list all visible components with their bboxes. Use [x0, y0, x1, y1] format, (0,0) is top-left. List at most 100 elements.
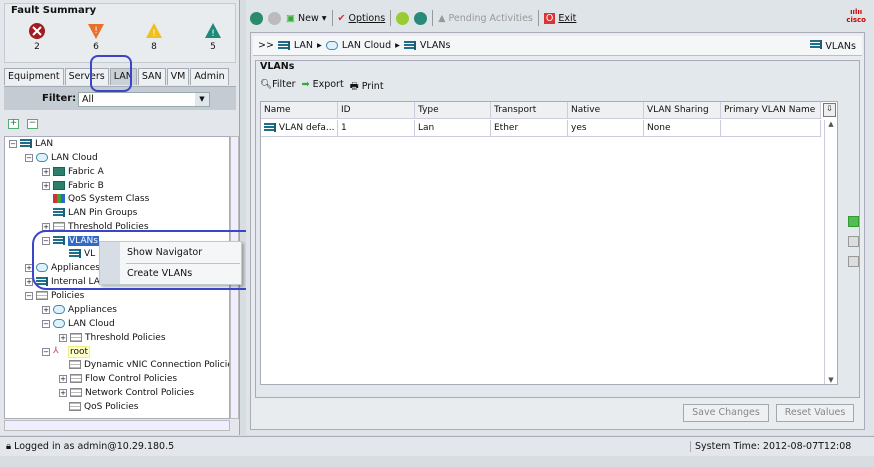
options-label: Options — [348, 12, 386, 24]
critical-faults[interactable]: 2 — [22, 22, 52, 52]
cell-native: yes — [568, 120, 644, 137]
policy-icon — [36, 291, 48, 300]
column-header[interactable]: Transport — [491, 102, 568, 119]
back-icon[interactable] — [250, 11, 263, 25]
collapse-all-button[interactable]: − — [27, 119, 38, 129]
tree-node-qos-policies[interactable]: QoS Policies — [69, 401, 138, 414]
warning-icon: ! — [205, 23, 221, 39]
org-icon: ⅄ — [53, 346, 59, 356]
print-icon: 🖶 — [349, 81, 359, 92]
cell-transport: Ether — [491, 120, 568, 137]
node-label: QoS System Class — [68, 194, 150, 204]
column-header[interactable]: Primary VLAN Name — [721, 102, 821, 119]
policy-icon — [70, 333, 82, 342]
vlans-panel: VLANs 🔍︎Filter ➡ Export 🖶 Print Name ID … — [255, 60, 860, 398]
filter-select[interactable]: All ▼ — [78, 92, 210, 107]
lock-icon: 🔒︎ — [6, 441, 12, 452]
policy-icon — [69, 402, 81, 411]
major-faults[interactable]: ! 6 — [81, 22, 111, 52]
column-header[interactable]: ID — [338, 102, 415, 119]
warning-count: 5 — [210, 42, 216, 52]
filter-button[interactable]: 🔍︎Filter — [260, 79, 296, 95]
breadcrumb-lan[interactable]: LAN — [294, 40, 313, 51]
vlans-table: Name ID Type Transport Native VLAN Shari… — [260, 101, 838, 385]
reset-values-button[interactable]: Reset Values — [776, 404, 854, 422]
cloud-icon — [53, 319, 65, 328]
column-chooser-button[interactable]: ⇩ — [823, 103, 836, 117]
tree-node-lan-pin-groups[interactable]: LAN Pin Groups — [53, 207, 137, 220]
svg-text:!: ! — [211, 29, 215, 39]
tab-equipment[interactable]: Equipment — [4, 68, 64, 85]
cell-vlan-sharing: None — [644, 120, 721, 137]
tree-node-fabric-b[interactable]: + Fabric B — [42, 180, 104, 193]
delete-icon[interactable] — [848, 236, 859, 247]
node-label: Appliances — [68, 305, 117, 315]
cell-primary-vlan — [721, 120, 821, 137]
plus-icon: ▣ — [286, 12, 295, 24]
exit-label: Exit — [558, 12, 577, 24]
lan-tab-highlight — [90, 55, 132, 92]
tree-node-qos-system-class[interactable]: QoS System Class — [53, 193, 149, 206]
tree-node-flow-control[interactable]: + Flow Control Policies — [59, 373, 177, 386]
tree-node-root[interactable]: − ⅄ root — [42, 346, 91, 359]
tab-vm[interactable]: VM — [166, 68, 190, 85]
exit-button[interactable]: O Exit — [543, 12, 577, 24]
qos-icon — [53, 194, 65, 203]
export-button[interactable]: ➡ Export — [302, 79, 344, 95]
work-pane: ▣ New ▾ ✔ Options ▲ Pending Activities O… — [246, 0, 874, 435]
tree-node-lan[interactable]: − LAN — [9, 138, 53, 151]
expand-all-button[interactable]: + — [8, 119, 19, 129]
critical-icon — [29, 23, 45, 39]
column-header[interactable]: Name — [261, 102, 338, 119]
major-icon: ! — [88, 24, 104, 39]
forward-icon[interactable] — [268, 11, 281, 25]
cloud-icon — [53, 305, 65, 314]
breadcrumb-prefix: >> — [258, 40, 274, 51]
new-button[interactable]: ▣ New ▾ — [286, 13, 327, 24]
node-label: LAN — [35, 139, 54, 149]
tree-node-policies-threshold[interactable]: + Threshold Policies — [59, 332, 166, 345]
vlan-icon — [403, 41, 416, 50]
column-header[interactable]: Type — [415, 102, 491, 119]
node-label: Policies — [51, 291, 85, 301]
tree-node-lan-cloud[interactable]: − LAN Cloud — [25, 152, 98, 165]
table-scrollbar[interactable]: ▲ ▼ — [824, 120, 837, 384]
filter-value: All — [82, 94, 94, 105]
minor-count: 8 — [151, 42, 157, 52]
tree-node-policies[interactable]: − Policies — [25, 290, 84, 303]
tab-admin[interactable]: Admin — [190, 68, 229, 85]
minor-faults[interactable]: ! 8 — [139, 22, 169, 52]
breadcrumb: >> LAN ▸ LAN Cloud ▸ VLANs VLANs — [253, 36, 862, 56]
node-label: LAN Cloud — [51, 153, 98, 163]
info-details-icon[interactable] — [848, 256, 859, 267]
breadcrumb-vlans[interactable]: VLANs — [420, 40, 451, 51]
tree-node-network-control[interactable]: + Network Control Policies — [59, 387, 194, 400]
options-button[interactable]: ✔ Options — [338, 13, 386, 24]
filter-icon: 🔍︎ — [260, 79, 273, 90]
table-row[interactable]: VLAN defa... 1 Lan Ether yes None — [261, 120, 821, 137]
add-icon[interactable] — [848, 216, 859, 227]
help-icon[interactable] — [396, 11, 410, 25]
node-label: Fabric B — [68, 181, 104, 191]
chevron-down-icon: ▼ — [195, 93, 209, 106]
vlan-icon — [810, 40, 823, 49]
column-header[interactable]: Native — [568, 102, 644, 119]
tree-node-policies-appliances[interactable]: + Appliances — [42, 304, 117, 317]
print-button[interactable]: 🖶 Print — [350, 79, 384, 95]
tree-node-fabric-a[interactable]: + Fabric A — [42, 166, 104, 179]
info-icon[interactable] — [414, 11, 428, 25]
current-object-label: VLANs — [825, 41, 856, 52]
save-changes-button[interactable]: Save Changes — [683, 404, 769, 422]
column-header[interactable]: VLAN Sharing — [644, 102, 721, 119]
warning-faults[interactable]: ! 5 — [198, 22, 228, 52]
breadcrumb-lan-cloud[interactable]: LAN Cloud — [342, 40, 391, 51]
tree-horizontal-scrollbar[interactable] — [4, 420, 230, 431]
tree-node-policies-lan-cloud[interactable]: − LAN Cloud — [42, 318, 115, 331]
tree-node-dynamic-vnic[interactable]: Dynamic vNIC Connection Policies — [69, 359, 229, 372]
logo-text: cisco — [846, 16, 866, 24]
svg-text:!: ! — [94, 26, 98, 36]
cell-text: VLAN defa... — [278, 123, 335, 133]
toolbar: ▣ New ▾ ✔ Options ▲ Pending Activities O… — [246, 6, 874, 30]
pending-activities-button[interactable]: ▲ Pending Activities — [438, 13, 533, 24]
tab-san[interactable]: SAN — [137, 68, 166, 85]
